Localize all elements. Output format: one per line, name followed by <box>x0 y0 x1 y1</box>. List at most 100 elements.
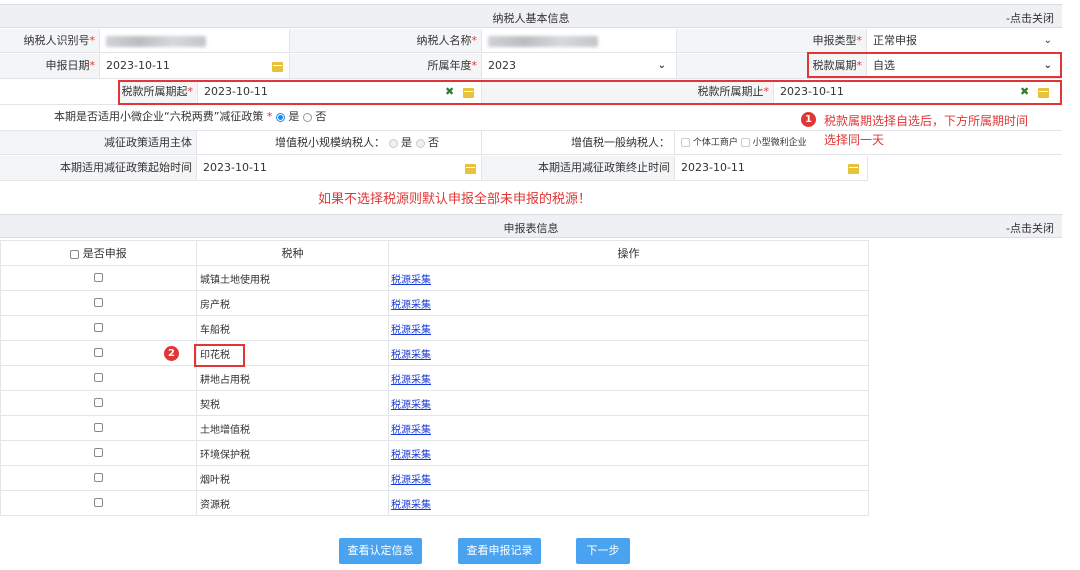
table-row: 土地增值税 税源采集 <box>0 415 869 441</box>
taxpayer-id-value <box>100 29 290 52</box>
declare-cell <box>0 290 197 316</box>
period-range-highlight-box <box>118 80 1062 105</box>
action-cell: 税源采集 <box>388 465 869 491</box>
collect-source-link[interactable]: 税源采集 <box>391 275 431 286</box>
declare-date-input[interactable]: 2023-10-11 <box>100 54 290 78</box>
calendar-icon[interactable] <box>848 164 859 174</box>
collect-source-link[interactable]: 税源采集 <box>391 400 431 411</box>
collect-source-link[interactable]: 税源采集 <box>391 325 431 336</box>
policy-end-input[interactable]: 2023-10-11 <box>675 156 868 180</box>
header-action: 操作 <box>388 240 869 266</box>
declare-checkbox[interactable] <box>94 498 103 507</box>
declare-cell <box>0 265 197 291</box>
report-info-title: 申报表信息 <box>503 222 559 235</box>
annotation-note-1b: 选择同一天 <box>824 131 885 148</box>
year-label: 所属年度* <box>290 54 482 78</box>
declare-checkbox[interactable] <box>94 273 103 282</box>
year-select[interactable]: 2023 ⌄ <box>482 54 677 78</box>
tax-name-cell: 土地增值税 <box>196 415 389 441</box>
policy-start-label: 本期适用减征政策起始时间 <box>0 156 197 180</box>
declare-type-select[interactable]: 正常申报 ⌄ <box>867 29 1062 52</box>
action-cell: 税源采集 <box>388 415 869 441</box>
period-highlight-box <box>807 52 1062 78</box>
annotation-badge-1: 1 <box>801 112 816 127</box>
taxpayer-name-label: 纳税人名称* <box>290 29 482 52</box>
form-row-policy-dates: 本期适用减征政策起始时间 2023-10-11 本期适用减征政策终止时间 202… <box>0 156 868 181</box>
six-tax-yes-radio[interactable] <box>275 112 285 122</box>
header-declare: 是否申报 <box>0 240 197 266</box>
collect-source-link[interactable]: 税源采集 <box>391 450 431 461</box>
small-vat-yes-radio[interactable] <box>388 138 398 148</box>
declare-checkbox[interactable] <box>94 398 103 407</box>
declare-checkbox[interactable] <box>94 423 103 432</box>
header-declare-label: 是否申报 <box>82 247 127 260</box>
action-cell: 税源采集 <box>388 340 869 366</box>
general-vat-label: 增值税一般纳税人： <box>482 131 675 154</box>
chevron-down-icon: ⌄ <box>1043 35 1052 46</box>
action-cell: 税源采集 <box>388 315 869 341</box>
declare-checkbox[interactable] <box>94 348 103 357</box>
declare-checkbox[interactable] <box>94 448 103 457</box>
table-row: 环境保护税 税源采集 <box>0 440 869 466</box>
declare-type-label: 申报类型* <box>677 29 867 52</box>
six-tax-policy-field: 本期是否适用小微企业“六税两费”减征政策 * 是 否 <box>54 110 327 123</box>
taxpayer-name-value <box>482 29 677 52</box>
declare-cell <box>0 315 197 341</box>
collect-source-link[interactable]: 税源采集 <box>391 375 431 386</box>
small-vat-label: 增值税小规模纳税人： <box>275 136 385 149</box>
declare-cell <box>0 390 197 416</box>
view-records-button[interactable]: 查看申报记录 <box>458 538 541 564</box>
declare-checkbox[interactable] <box>94 298 103 307</box>
policy-subject-label: 减征政策适用主体 <box>0 131 197 154</box>
declare-date-label: 申报日期* <box>0 54 100 78</box>
select-all-checkbox[interactable] <box>70 249 80 259</box>
declare-cell <box>0 490 197 516</box>
six-tax-label: 本期是否适用小微企业“六税两费”减征政策 <box>54 110 264 123</box>
table-row: 房产税 税源采集 <box>0 290 869 316</box>
action-cell: 税源采集 <box>388 290 869 316</box>
calendar-icon[interactable] <box>272 62 283 72</box>
tax-name-cell: 烟叶税 <box>196 465 389 491</box>
taxpayer-info-header: 纳税人基本信息 -点击关闭 <box>0 4 1062 28</box>
collect-source-link[interactable]: 税源采集 <box>391 500 431 511</box>
chevron-down-icon: ⌄ <box>657 60 666 71</box>
action-cell: 税源采集 <box>388 490 869 516</box>
table-row: 耕地占用税 税源采集 <box>0 365 869 391</box>
policy-end-label: 本期适用减征政策终止时间 <box>482 156 675 180</box>
declare-checkbox[interactable] <box>94 323 103 332</box>
annotation-note-1: 税款属期选择自选后，下方所属期时间 <box>824 114 1029 128</box>
collect-source-link[interactable]: 税源采集 <box>391 350 431 361</box>
collect-source-link[interactable]: 税源采集 <box>391 475 431 486</box>
view-cert-button[interactable]: 查看认定信息 <box>339 538 422 564</box>
small-vat-no-label: 否 <box>428 136 439 149</box>
collect-source-link[interactable]: 税源采集 <box>391 300 431 311</box>
form-row-policy-subject: 减征政策适用主体 增值税小规模纳税人： 是 否 增值税一般纳税人： 个体工商户 … <box>0 130 1062 155</box>
declare-checkbox[interactable] <box>94 473 103 482</box>
small-profit-checkbox[interactable] <box>740 138 750 147</box>
tax-name-cell: 资源税 <box>196 490 389 516</box>
tax-name-cell: 耕地占用税 <box>196 365 389 391</box>
collect-source-link[interactable]: 税源采集 <box>391 425 431 436</box>
report-info-close-link[interactable]: -点击关闭 <box>1006 220 1054 236</box>
table-row: 车船税 税源采集 <box>0 315 869 341</box>
calendar-icon[interactable] <box>465 164 476 174</box>
six-tax-no-radio[interactable] <box>302 112 312 122</box>
tax-name-cell: 环境保护税 <box>196 440 389 466</box>
table-row: 契税 税源采集 <box>0 390 869 416</box>
spacer <box>0 80 120 104</box>
table-row: 烟叶税 税源采集 <box>0 465 869 491</box>
next-button[interactable]: 下一步 <box>576 538 630 564</box>
declare-cell <box>0 440 197 466</box>
individual-label: 个体工商户 <box>692 138 738 148</box>
action-cell: 税源采集 <box>388 390 869 416</box>
table-row: 资源税 税源采集 <box>0 490 869 516</box>
report-info-header: 申报表信息 -点击关闭 <box>0 214 1062 238</box>
tax-name-cell: 房产税 <box>196 290 389 316</box>
declare-cell <box>0 465 197 491</box>
declare-checkbox[interactable] <box>94 373 103 382</box>
small-vat-no-radio[interactable] <box>415 138 425 148</box>
policy-start-input[interactable]: 2023-10-11 <box>197 156 482 180</box>
action-cell: 税源采集 <box>388 265 869 291</box>
taxpayer-info-close-link[interactable]: -点击关闭 <box>1006 10 1054 26</box>
individual-checkbox[interactable] <box>681 138 690 147</box>
